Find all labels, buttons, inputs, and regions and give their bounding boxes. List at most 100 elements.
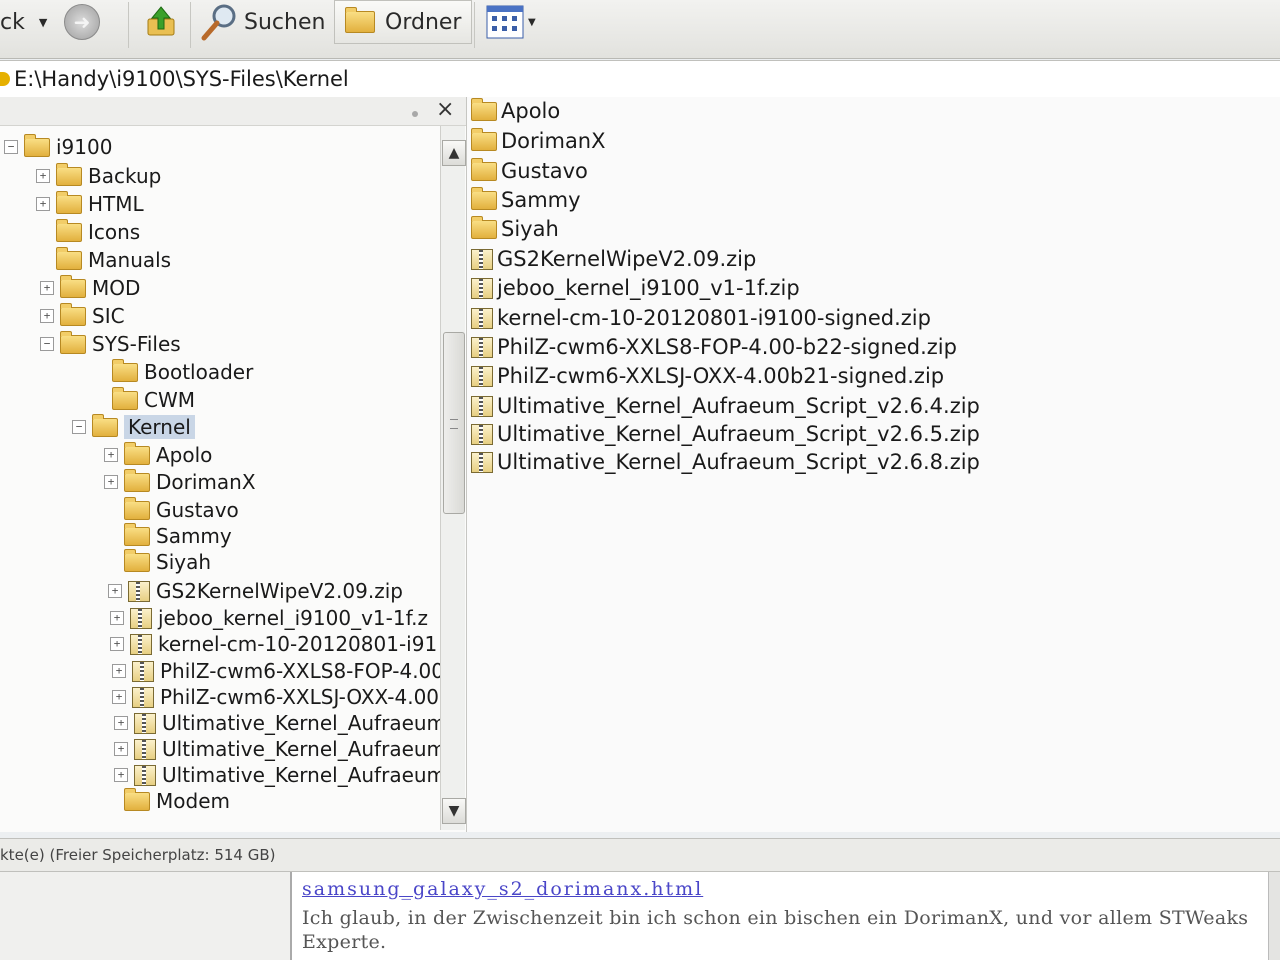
zip-file-icon [471,395,493,417]
back-button[interactable]: ck ▼ [0,0,47,44]
folder-row[interactable]: Gustavo [471,157,588,185]
tree-node[interactable]: + HTML [36,190,144,217]
tree-node-label: Backup [88,164,162,188]
folder-row[interactable]: Siyah [471,215,559,243]
tree-node[interactable]: − SYS-Files [40,330,181,357]
chevron-down-icon[interactable]: ▼ [39,16,47,29]
expand-icon[interactable]: + [104,475,118,489]
tree-node[interactable]: Bootloader [92,358,253,385]
tree-node[interactable]: CWM [92,386,195,413]
scroll-down-icon[interactable]: ▼ [442,798,466,824]
file-row[interactable]: PhilZ-cwm6-XXLS8-FOP-4.00-b22-signed.zip [471,333,957,361]
tree-node[interactable]: Modem [104,787,230,814]
tree-node[interactable]: + Ultimative_Kernel_Aufraeum [114,710,440,736]
collapse-icon[interactable]: − [72,420,86,434]
tree-node[interactable]: + Ultimative_Kernel_Aufraeum [114,736,440,762]
expand-icon[interactable]: + [114,742,128,756]
page-link[interactable]: samsung_galaxy_s2_dorimanx.html [302,878,703,900]
tree-node[interactable]: − Kernel [72,413,195,440]
forward-button[interactable]: ➜ [64,0,100,44]
expand-icon[interactable]: + [110,637,124,651]
expand-icon[interactable]: + [110,611,124,625]
views-button[interactable]: ▼ [486,0,536,44]
file-name: DorimanX [501,129,606,153]
tree-node-label: PhilZ-cwm6-XXLSJ-OXX-4.00 [160,685,440,709]
tree-node[interactable]: − i9100 [4,133,112,160]
folder-icon [124,441,150,465]
file-row[interactable]: GS2KernelWipeV2.09.zip [471,245,756,273]
collapse-icon[interactable]: − [4,140,18,154]
folders-button[interactable]: Ordner [334,0,473,44]
tree-node-label: jeboo_kernel_i9100_v1-1f.z [158,606,429,630]
file-name: Ultimative_Kernel_Aufraeum_Script_v2.6.4… [497,394,980,418]
zip-file-icon [130,607,152,629]
tree-node[interactable]: + Apolo [104,441,212,468]
expand-icon[interactable]: + [112,690,126,704]
zip-file-icon [471,248,493,270]
tree-node[interactable]: Sammy [104,522,232,549]
view-grid-icon [486,5,524,39]
file-row[interactable]: kernel-cm-10-20120801-i9100-signed.zip [471,304,931,332]
expand-icon[interactable]: + [114,716,128,730]
tree-node[interactable]: + MOD [40,274,140,301]
scroll-up-icon[interactable]: ▲ [442,140,466,166]
tree-node[interactable]: Manuals [36,246,172,273]
address-bar[interactable]: E:\Handy\i9100\SYS-Files\Kernel [0,60,1280,98]
tree-node[interactable]: + kernel-cm-10-20120801-i91 [110,631,437,657]
expand-icon[interactable]: + [40,309,54,323]
tree-node-label: Ultimative_Kernel_Aufraeum [162,711,440,735]
tree-node[interactable]: Icons [36,218,141,245]
expand-icon[interactable]: + [40,281,54,295]
close-icon[interactable]: × [436,97,454,122]
file-row[interactable]: Ultimative_Kernel_Aufraeum_Script_v2.6.8… [471,448,980,476]
folder-up-button[interactable] [144,0,178,44]
vertical-scrollbar[interactable]: ▲ ▼ [440,126,466,830]
collapse-icon[interactable]: − [40,337,54,351]
file-row[interactable]: PhilZ-cwm6-XXLSJ-OXX-4.00b21-signed.zip [471,362,944,390]
zip-file-icon [130,633,152,655]
tree-node[interactable]: + DorimanX [104,468,256,495]
expand-icon[interactable]: + [112,664,126,678]
tree-node[interactable]: + Backup [36,162,162,189]
expand-icon[interactable]: + [114,768,128,782]
folder-icon [345,7,375,33]
expand-icon[interactable]: + [104,448,118,462]
toolbar-divider [190,2,191,48]
tree-node[interactable]: + PhilZ-cwm6-XXLSJ-OXX-4.00 [112,684,439,710]
tree-node-label: Manuals [88,248,172,272]
address-path[interactable]: E:\Handy\i9100\SYS-Files\Kernel [14,67,349,91]
file-row[interactable]: jeboo_kernel_i9100_v1-1f.zip [471,274,800,302]
browser-scrollbar[interactable] [1268,872,1280,960]
expand-icon[interactable]: + [36,197,50,211]
tree-node-label: SYS-Files [92,332,181,356]
tree-node[interactable]: + GS2KernelWipeV2.09.zip [108,578,403,604]
tree-node[interactable]: + SIC [40,302,125,329]
chevron-down-icon[interactable]: ▼ [528,17,536,28]
file-row[interactable]: Ultimative_Kernel_Aufraeum_Script_v2.6.4… [471,392,980,420]
tree-node[interactable]: + PhilZ-cwm6-XXLS8-FOP-4.00 [112,658,440,684]
folder-row[interactable]: Sammy [471,186,581,214]
tree-node[interactable]: Siyah [104,548,211,575]
file-row[interactable]: Ultimative_Kernel_Aufraeum_Script_v2.6.5… [471,420,980,448]
folder-icon [124,548,150,572]
folder-row[interactable]: DorimanX [471,127,606,155]
tree-node[interactable]: Gustavo [104,496,239,523]
scrollbar-thumb[interactable] [443,332,465,514]
zip-file-icon [471,423,493,445]
tree-node-label: SIC [92,304,125,328]
expand-icon[interactable]: + [108,584,122,598]
tree-node-label: GS2KernelWipeV2.09.zip [156,579,403,603]
folder-row[interactable]: Apolo [471,97,560,125]
tree-node[interactable]: + Ultimative_Kernel_Aufraeum [114,762,440,788]
file-name: Ultimative_Kernel_Aufraeum_Script_v2.6.8… [497,450,980,474]
tree-node-label: Icons [88,220,141,244]
expand-icon[interactable]: + [36,169,50,183]
search-button[interactable]: Suchen [200,0,325,44]
zip-file-icon [471,336,493,358]
toolbar-divider [128,2,129,48]
tree-node[interactable]: + jeboo_kernel_i9100_v1-1f.z [110,605,428,631]
